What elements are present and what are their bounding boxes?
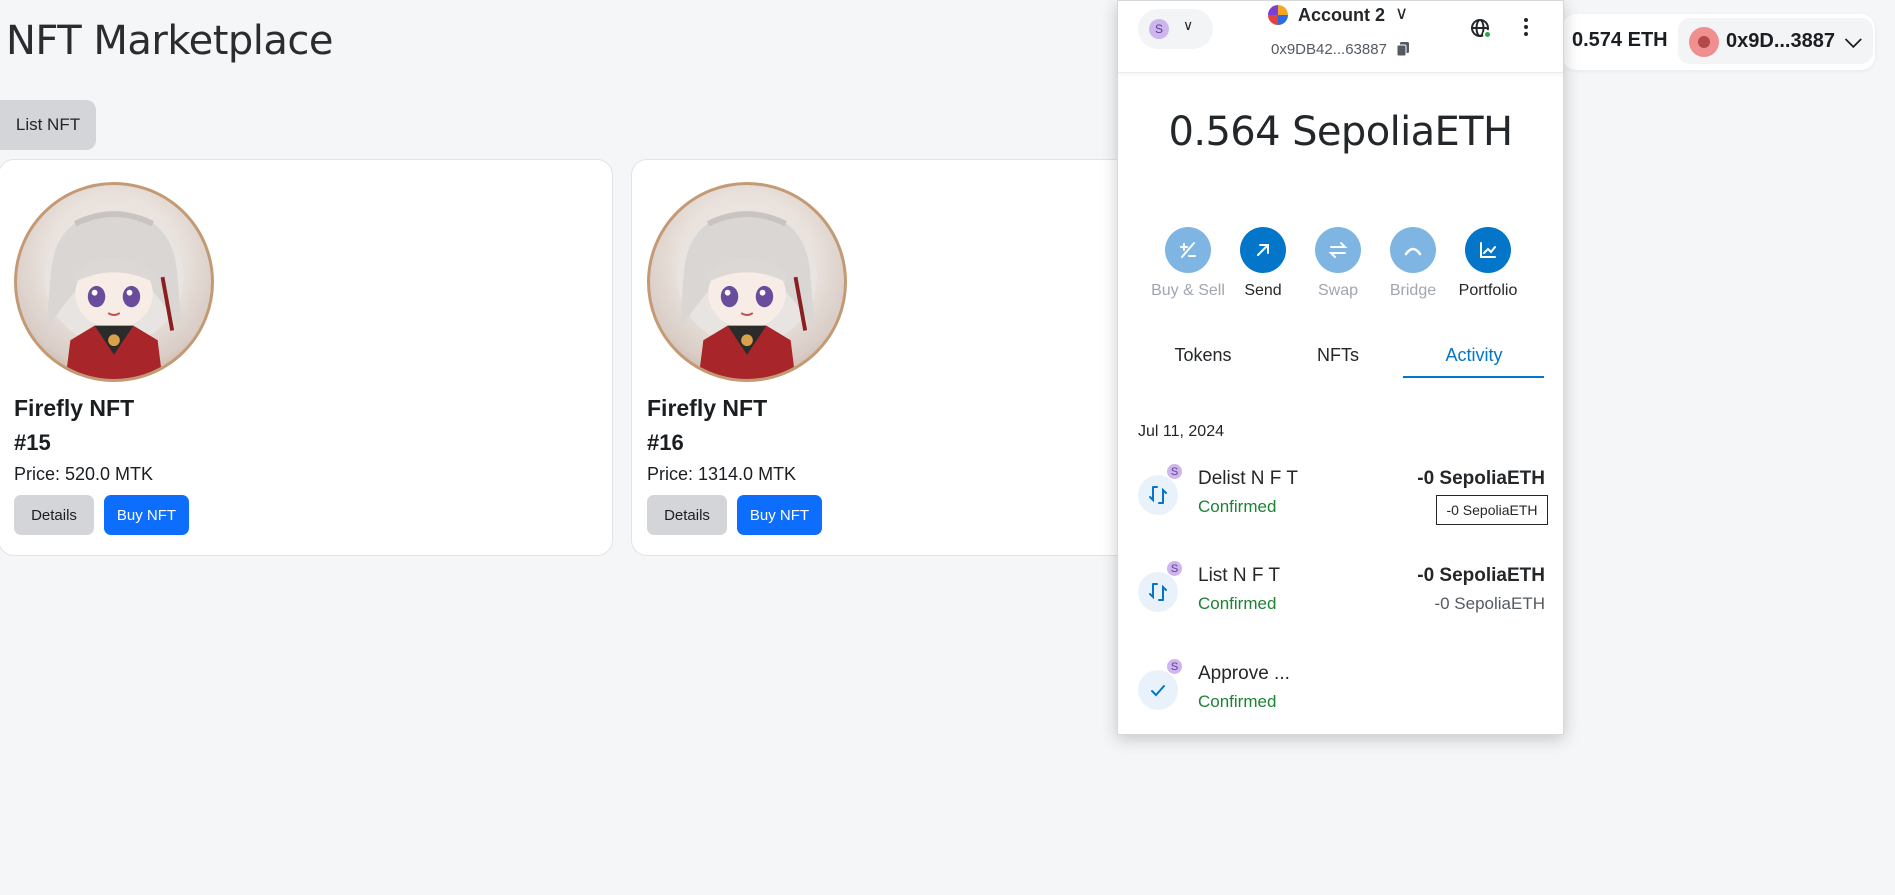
network-badge: S — [1166, 463, 1183, 480]
header-balance: 0.574 ETH — [1572, 29, 1668, 51]
bridge-button[interactable]: Bridge — [1373, 227, 1453, 300]
activity-title: List N F T — [1198, 565, 1280, 586]
action-label: Buy & Sell — [1151, 282, 1225, 299]
header-address[interactable]: 0x9D...3887 — [1726, 30, 1835, 53]
anime-character-icon — [44, 209, 184, 379]
contract-interaction-icon — [1138, 475, 1178, 515]
account-address[interactable]: 0x9DB42...63887 — [1271, 41, 1387, 58]
nft-name: Firefly NFT — [14, 395, 135, 421]
action-label: Send — [1244, 282, 1282, 299]
activity-title: Delist N F T — [1198, 468, 1298, 489]
activity-status: Confirmed — [1198, 594, 1277, 613]
tab-nfts[interactable]: NFTs — [1268, 345, 1408, 366]
nft-card: Firefly NFT #15 Price: 520.0 MTK Details… — [0, 159, 613, 556]
tab-activity[interactable]: Activity — [1404, 345, 1544, 366]
nft-image — [14, 182, 214, 382]
action-label: Portfolio — [1458, 282, 1518, 299]
wallet-balance: 0.564 SepoliaETH — [1168, 109, 1513, 155]
activity-status: Confirmed — [1198, 497, 1277, 516]
swap-icon[interactable] — [1315, 227, 1361, 273]
nft-card: Firefly NFT #16 Price: 1314.0 MTK Detail… — [631, 159, 1131, 556]
chevron-down-icon[interactable]: ∨ — [1395, 3, 1408, 24]
amount-tooltip: -0 SepoliaETH — [1436, 495, 1548, 525]
page-title: NFT Marketplace — [6, 18, 334, 64]
portfolio-button[interactable]: Portfolio — [1448, 227, 1528, 300]
action-label: Bridge — [1389, 282, 1437, 299]
account-avatar[interactable] — [1689, 27, 1719, 57]
more-options-icon[interactable] — [1520, 15, 1532, 39]
details-button[interactable]: Details — [14, 495, 94, 535]
details-button[interactable]: Details — [647, 495, 727, 535]
active-tab-indicator — [1403, 376, 1544, 378]
check-icon — [1138, 670, 1178, 710]
nft-id: #16 — [647, 430, 684, 455]
network-badge[interactable]: S — [1149, 19, 1169, 39]
arrow-up-right-icon[interactable] — [1240, 227, 1286, 273]
plus-minus-icon[interactable] — [1165, 227, 1211, 273]
nft-price: Price: 520.0 MTK — [14, 464, 154, 484]
buy-nft-button[interactable]: Buy NFT — [737, 495, 822, 535]
nft-id: #15 — [14, 430, 51, 455]
buy-sell-button[interactable]: Buy & Sell — [1148, 227, 1228, 300]
activity-item[interactable]: S List N F T Confirmed -0 SepoliaETH -0 … — [1118, 560, 1563, 640]
nft-price: Price: 1314.0 MTK — [647, 464, 797, 484]
buy-nft-button[interactable]: Buy NFT — [104, 495, 189, 535]
action-label: Swap — [1317, 282, 1359, 299]
anime-character-icon — [677, 209, 817, 379]
account-identicon[interactable] — [1268, 5, 1288, 25]
swap-button[interactable]: Swap — [1298, 227, 1378, 300]
activity-title: Approve ... — [1198, 663, 1290, 684]
activity-status: Confirmed — [1198, 692, 1277, 711]
send-button[interactable]: Send — [1223, 227, 1303, 300]
network-badge: S — [1166, 658, 1183, 675]
network-badge: S — [1166, 560, 1183, 577]
copy-icon[interactable] — [1396, 41, 1410, 57]
nft-image — [647, 182, 847, 382]
chevron-down-icon[interactable]: ⌵ — [1845, 27, 1862, 53]
tab-tokens[interactable]: Tokens — [1133, 345, 1273, 366]
activity-amount: -0 SepoliaETH — [1417, 565, 1545, 586]
chevron-down-icon[interactable]: ∨ — [1183, 17, 1193, 34]
bridge-icon[interactable] — [1390, 227, 1436, 273]
wallet-popup: S ∨ Account 2 ∨ 0x9DB42...63887 0.564 Se… — [1117, 0, 1564, 735]
activity-item[interactable]: S Approve ... Confirmed — [1118, 658, 1563, 738]
list-nft-button[interactable]: List NFT — [0, 100, 96, 150]
activity-sub-amount: -0 SepoliaETH — [1434, 594, 1545, 613]
account-name[interactable]: Account 2 — [1298, 5, 1385, 26]
activity-amount: -0 SepoliaETH — [1417, 468, 1545, 489]
activity-date: Jul 11, 2024 — [1138, 423, 1224, 440]
connected-status-dot — [1483, 30, 1492, 39]
nft-name: Firefly NFT — [647, 395, 768, 421]
contract-interaction-icon — [1138, 572, 1178, 612]
chart-icon[interactable] — [1465, 227, 1511, 273]
